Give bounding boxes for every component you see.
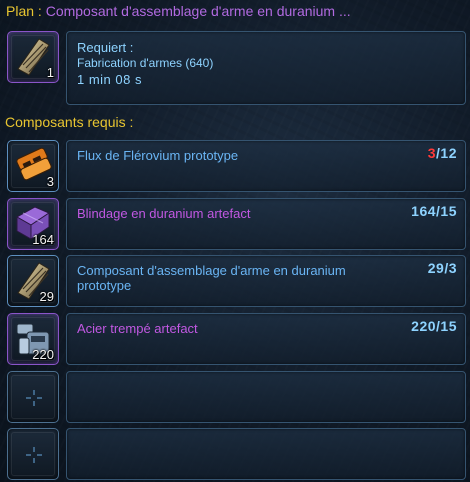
required-skill: Fabrication d'armes (640) xyxy=(77,56,214,70)
component-row-3[interactable]: Composant d'assemblage d'arme en duraniu… xyxy=(66,255,466,307)
component-4-count: 220 xyxy=(32,347,54,362)
component-slot-2[interactable]: 164 xyxy=(7,198,59,250)
component-slot-1[interactable]: 3 xyxy=(7,140,59,192)
empty-slot-crosshair-icon xyxy=(26,447,42,463)
component-slot-3[interactable]: 29 xyxy=(7,255,59,307)
component-3-name: Composant d'assemblage d'arme en duraniu… xyxy=(77,263,346,293)
component-slot-4[interactable]: 220 xyxy=(7,313,59,365)
empty-row-5 xyxy=(66,371,466,423)
component-1-name: Flux de Flérovium prototype xyxy=(77,148,239,163)
component-1-have: 3 xyxy=(427,145,437,161)
plan-label: Plan : xyxy=(6,3,42,19)
component-row-4[interactable]: Acier trempé artefact 220/15 xyxy=(66,313,466,365)
component-1-count: 3 xyxy=(46,174,54,189)
component-2-have: 164 xyxy=(411,203,437,219)
component-2-count: 164 xyxy=(32,232,54,247)
schematic-count: 1 xyxy=(46,65,54,80)
component-3-have: 29 xyxy=(427,260,445,276)
component-2-name: Blindage en duranium artefact xyxy=(77,206,251,221)
component-1-quantity: 3/12 xyxy=(428,145,457,161)
empty-row-6 xyxy=(66,428,466,480)
component-4-have: 220 xyxy=(411,318,437,334)
component-row-1[interactable]: Flux de Flérovium prototype 3/12 xyxy=(66,140,466,192)
plan-header: Plan : Composant d'assemblage d'arme en … xyxy=(6,3,464,23)
plan-name: Composant d'assemblage d'arme en duraniu… xyxy=(45,3,351,19)
component-3-count: 29 xyxy=(39,289,54,304)
requires-label: Requiert : xyxy=(77,40,134,55)
empty-slot-crosshair-icon xyxy=(26,390,42,406)
empty-slot-6 xyxy=(7,428,59,480)
component-2-quantity: 164/15 xyxy=(411,203,457,219)
component-3-need: /3 xyxy=(444,260,457,276)
component-4-quantity: 220/15 xyxy=(411,318,457,334)
components-title: Composants requis : xyxy=(5,114,134,130)
craft-time: 1 min 08 s xyxy=(77,72,142,87)
component-4-name: Acier trempé artefact xyxy=(77,321,198,336)
component-2-need: /15 xyxy=(436,203,457,219)
component-3-quantity: 29/3 xyxy=(428,260,457,276)
schematic-slot[interactable]: 1 xyxy=(7,31,59,83)
empty-slot-5 xyxy=(7,371,59,423)
component-4-need: /15 xyxy=(436,318,457,334)
requirements-panel: Requiert : Fabrication d'armes (640) 1 m… xyxy=(66,31,466,105)
component-1-need: /12 xyxy=(436,145,457,161)
component-row-2[interactable]: Blindage en duranium artefact 164/15 xyxy=(66,198,466,250)
